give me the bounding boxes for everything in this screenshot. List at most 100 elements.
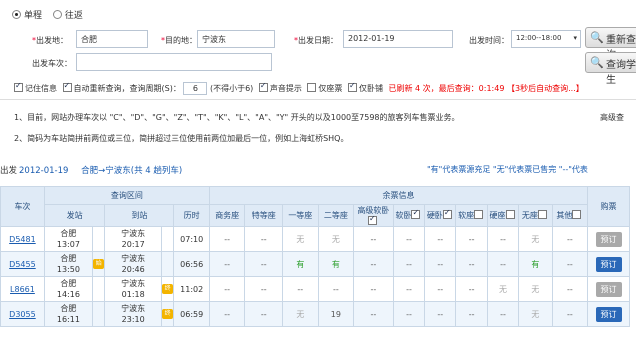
train-number[interactable]: D5455 <box>0 251 45 277</box>
seat-availability: -- <box>486 301 520 327</box>
seat-availability: 有 <box>518 251 553 277</box>
train-number[interactable]: D3055 <box>0 301 45 327</box>
requery-button[interactable]: 🔍重新查询 <box>585 27 636 61</box>
trip-type: 单程 往返 <box>12 8 83 21</box>
seat-header: 二等座 <box>317 204 355 227</box>
round-trip-radio[interactable]: 往返 <box>52 10 83 21</box>
col-train: 车次 <box>0 186 45 227</box>
seat-availability: -- <box>353 226 394 252</box>
book-button[interactable]: 预订 <box>595 256 622 272</box>
train-number[interactable]: L8661 <box>0 276 45 302</box>
auto-requery-checkbox[interactable]: 自动重新查询，查询周期(S)： <box>62 81 181 93</box>
date-input[interactable]: 2012-01-19 <box>343 30 453 48</box>
seat-availability: -- <box>353 251 394 277</box>
duration: 07:10 <box>173 226 210 252</box>
seat-header: 特等座 <box>244 204 284 227</box>
seat-availability: -- <box>455 276 488 302</box>
only-sleeper-checkbox[interactable]: 仅卧铺 <box>347 81 383 93</box>
divider <box>0 99 636 100</box>
train-number[interactable]: D5481 <box>0 226 45 252</box>
seat-availability: 无 <box>282 301 319 327</box>
seat-availability: 无 <box>518 301 553 327</box>
seat-availability: -- <box>392 226 426 252</box>
advanced-query-link[interactable]: 高级查 <box>600 112 624 123</box>
depart-station: 合肥 14:16 <box>43 276 93 302</box>
only-ticket-checkbox[interactable]: 仅座票 <box>307 83 342 93</box>
filter-checkbox[interactable] <box>411 208 421 219</box>
seat-availability: -- <box>317 276 355 302</box>
seat-availability: 19 <box>317 301 355 327</box>
from-input[interactable]: 合肥 <box>76 30 148 48</box>
seat-availability: -- <box>244 251 284 277</box>
col-range: 查询区间 <box>43 186 210 205</box>
seat-availability: -- <box>455 226 488 252</box>
filter-checkbox[interactable] <box>505 210 515 219</box>
seat-header: 其他 <box>551 204 589 227</box>
from-label: *出发地： <box>32 36 68 45</box>
seat-availability: -- <box>392 276 426 302</box>
table-row: D5455 合肥 13:50 始宁波东 20:46 06:56 -- -- 有有 -- -- -- --… <box>0 251 630 277</box>
filter-checkbox[interactable] <box>572 210 582 219</box>
col-book: 购票 <box>587 186 630 227</box>
seat-availability: -- <box>208 251 246 277</box>
col-to: 到站 <box>104 204 175 227</box>
table-row: D5481 合肥 13:07 宁波东 20:17 07:10 -- -- 无无 -- -- -- -- -… <box>0 226 630 252</box>
seat-availability: 有 <box>282 251 319 277</box>
to-label: *目的地： <box>161 36 197 45</box>
seat-availability: -- <box>424 301 457 327</box>
filter-checkbox[interactable] <box>474 210 484 219</box>
seat-availability: -- <box>455 301 488 327</box>
col-duration: 历时 <box>173 204 210 227</box>
seat-availability: -- <box>486 226 520 252</box>
seat-header: 硬座 <box>486 204 520 227</box>
seat-availability: 无 <box>518 226 553 252</box>
remember-checkbox[interactable]: 记住信息 <box>14 81 57 93</box>
seat-availability: -- <box>244 276 284 302</box>
refresh-hint: 【3秒后自动查询...】 <box>506 84 584 93</box>
seat-availability: -- <box>424 251 457 277</box>
book-cell: 预订 <box>587 226 630 252</box>
seat-availability: -- <box>551 276 589 302</box>
one-way-radio[interactable]: 单程 <box>12 10 42 21</box>
end-badge: 终 <box>160 276 175 302</box>
start-badge <box>91 301 106 327</box>
period-input[interactable]: 6 <box>183 82 208 95</box>
chevron-down-icon: ▾ <box>573 34 577 42</box>
seat-availability: -- <box>551 226 589 252</box>
table-row: D3055 合肥 16:11 宁波东 23:10 终 06:59 -- -- 无 19 -- -- -- -… <box>0 301 630 327</box>
seat-availability: -- <box>244 226 284 252</box>
depart-station: 合肥 16:11 <box>43 301 93 327</box>
depart-station: 合肥 13:07 <box>43 226 93 252</box>
seat-availability: 有 <box>317 251 355 277</box>
book-button[interactable]: 预订 <box>595 306 622 322</box>
book-cell: 预订 <box>587 276 630 302</box>
train-no-label: 出发车次： <box>32 59 72 68</box>
search-icon: 🔍 <box>590 31 604 44</box>
seat-availability: -- <box>551 251 589 277</box>
time-select[interactable]: 12:00--18:00 ▾ <box>511 30 581 48</box>
book-button[interactable]: 预订 <box>595 231 622 247</box>
table-row: L8661 合肥 14:16 宁波东 01:18 终 11:02 -- -- -- -- -- -- --… <box>0 276 630 302</box>
filter-checkbox[interactable] <box>537 210 547 219</box>
seat-header: 软卧 <box>392 204 426 227</box>
student-query-button[interactable]: 🔍 查询学生 <box>585 52 636 86</box>
duration: 06:56 <box>173 251 210 277</box>
sound-checkbox[interactable]: 声音提示 <box>258 81 302 93</box>
col-from: 发站 <box>43 204 106 227</box>
to-input[interactable]: 宁波东 <box>197 30 275 48</box>
train-no-input[interactable] <box>76 53 272 71</box>
book-cell: 预订 <box>587 251 630 277</box>
time-label: 出发时间： <box>469 36 509 45</box>
start-badge: 始 <box>91 251 106 277</box>
seat-availability: -- <box>208 226 246 252</box>
book-button[interactable]: 预订 <box>595 281 622 297</box>
train-table: 车次 查询区间 余票信息 购票 发站 到站 历时 商务座 特等座 一等座 二等座… <box>0 186 630 327</box>
seat-availability: -- <box>551 301 589 327</box>
seat-availability: -- <box>244 301 284 327</box>
seat-availability: 无 <box>486 276 520 302</box>
arrive-station: 宁波东 01:18 <box>104 276 162 302</box>
filter-checkbox[interactable] <box>367 214 377 225</box>
seat-availability: -- <box>392 301 426 327</box>
filter-checkbox[interactable] <box>442 208 452 219</box>
seat-availability: -- <box>424 226 457 252</box>
